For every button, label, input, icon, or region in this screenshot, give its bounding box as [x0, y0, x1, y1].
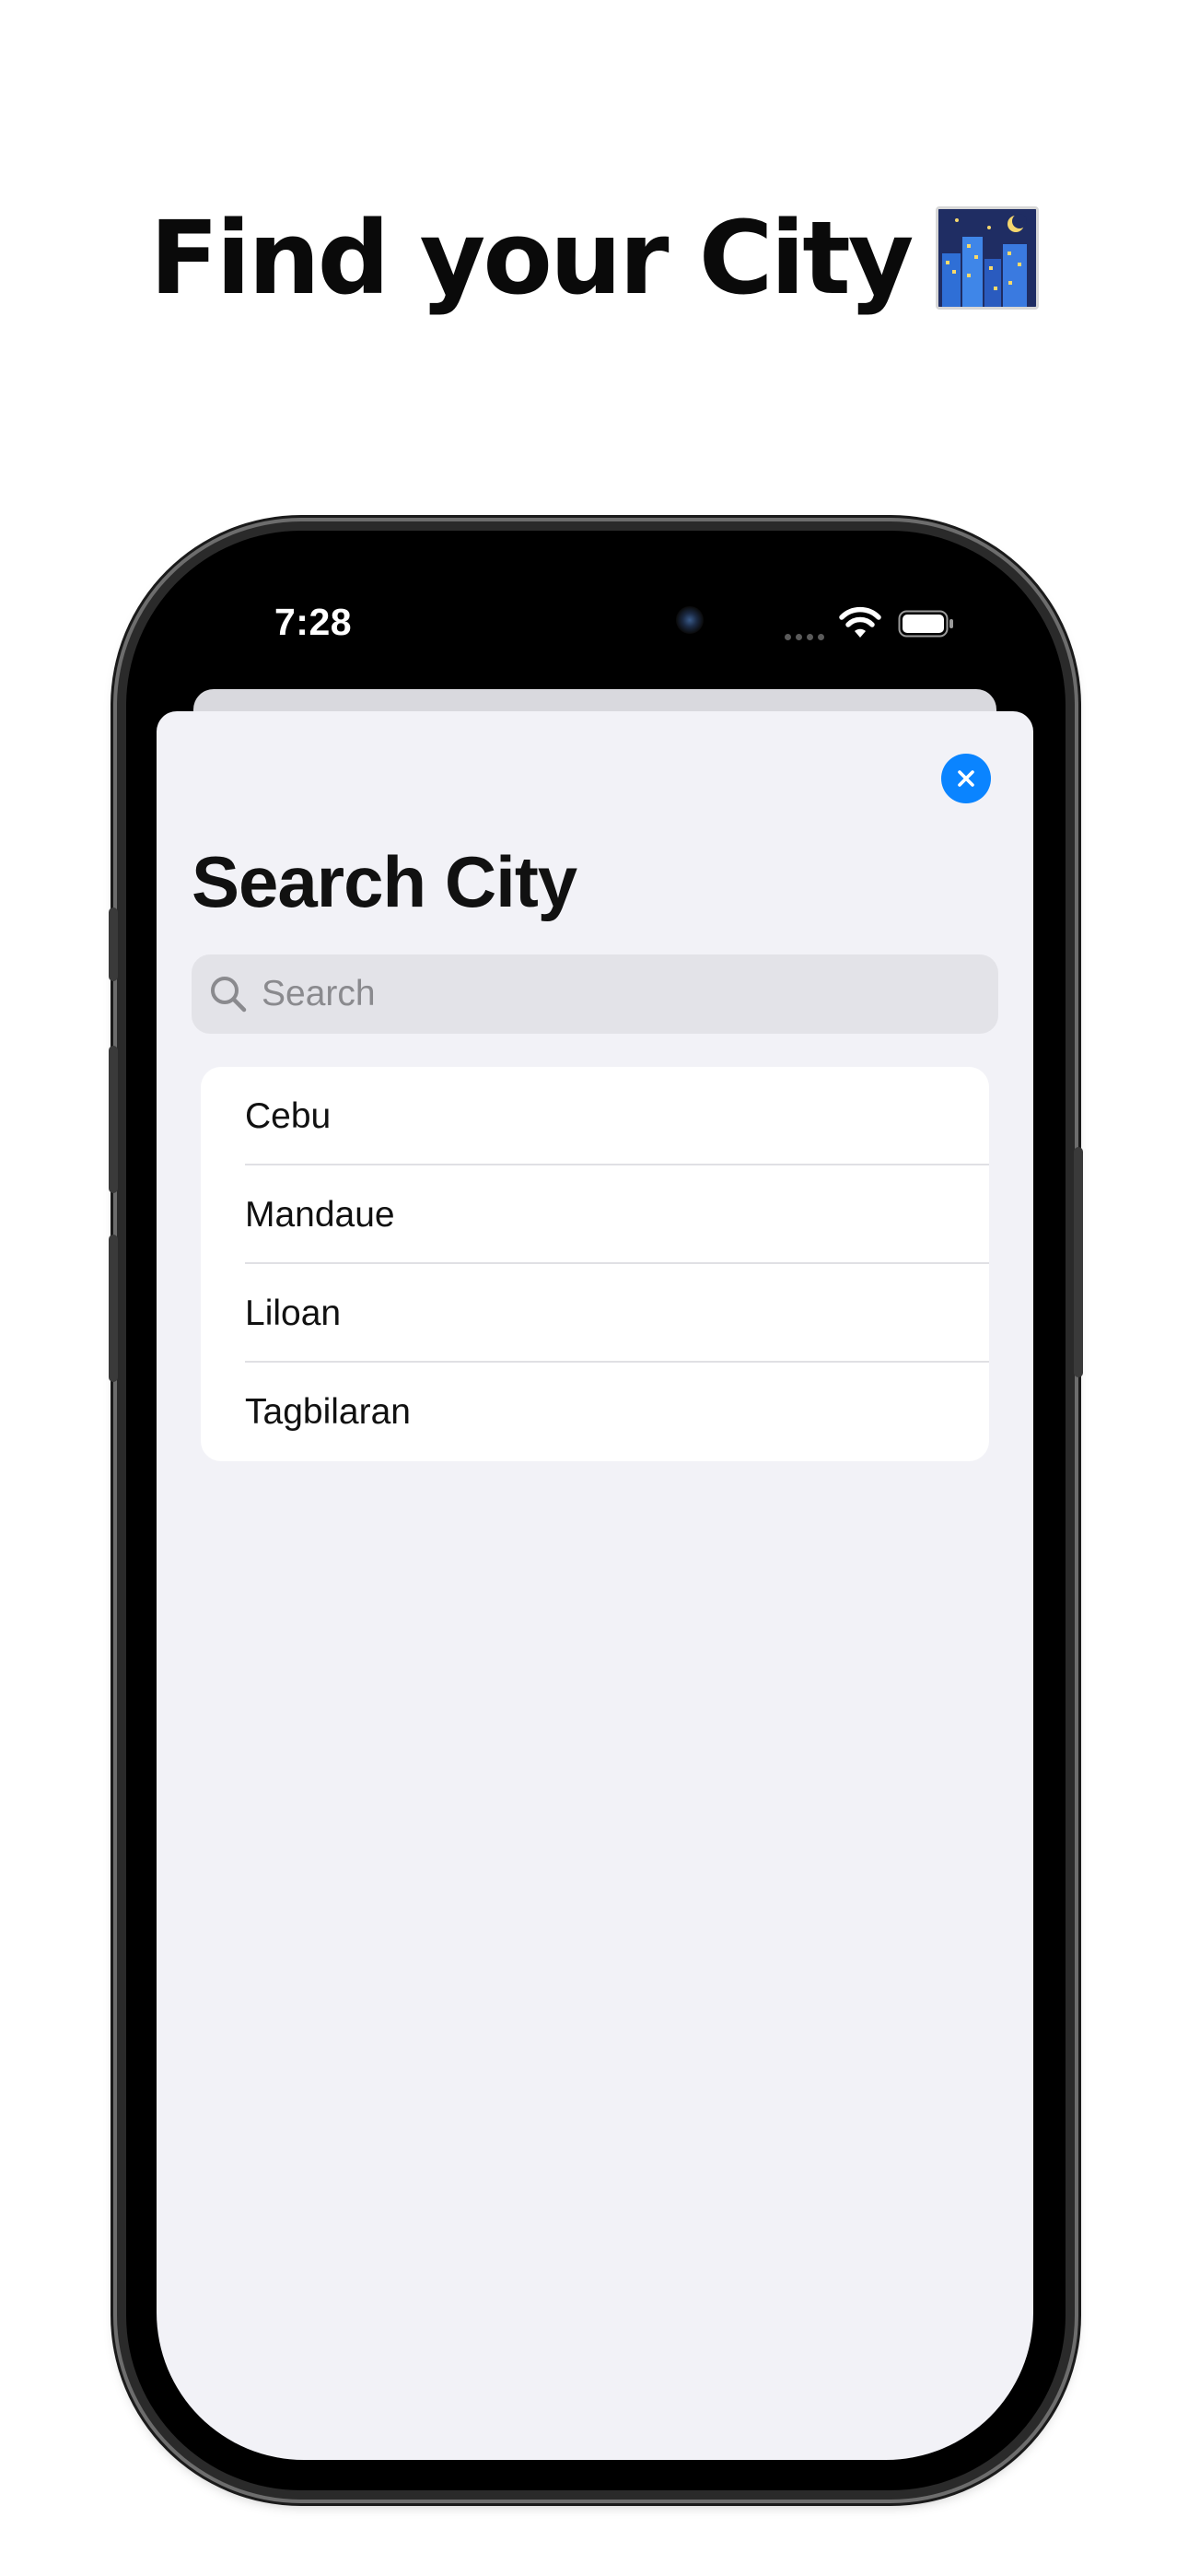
city-list-item-tagbilaran[interactable]: Tagbilaran: [201, 1363, 989, 1461]
action-button: [109, 907, 118, 981]
search-icon: [211, 977, 247, 1013]
battery-icon: [898, 610, 953, 638]
city-list: Cebu Mandaue Liloan Tagbilaran: [201, 1067, 989, 1461]
headline: Find your City: [0, 189, 1188, 327]
signal-dots-icon: [785, 634, 824, 640]
night-city-graphic: [938, 209, 1036, 307]
search-input[interactable]: [262, 957, 961, 1031]
city-list-item-cebu[interactable]: Cebu: [201, 1067, 989, 1165]
search-city-sheet: Search City Cebu Mandaue Liloan: [157, 711, 1033, 2460]
city-label: Cebu: [245, 1096, 332, 1136]
close-icon: [958, 770, 974, 787]
close-button[interactable]: [941, 754, 991, 803]
wifi-icon: [839, 606, 881, 638]
city-list-item-mandaue[interactable]: Mandaue: [201, 1165, 989, 1264]
status-time: 7:28: [274, 601, 353, 643]
city-label: Liloan: [245, 1294, 342, 1333]
city-list-item-liloan[interactable]: Liloan: [201, 1264, 989, 1363]
search-field[interactable]: [192, 954, 998, 1034]
sheet-title: Search City: [192, 841, 577, 922]
front-camera: [676, 606, 704, 634]
page: Find your City 7:28 Search City Search C…: [0, 0, 1188, 2576]
city-label: Tagbilaran: [245, 1392, 411, 1432]
power-button: [1074, 1147, 1083, 1377]
headline-text: Find your City: [149, 199, 914, 317]
volume-down-button: [109, 1235, 118, 1382]
phone-screen: 7:28 Search City Search Cebu Mandaue Lil…: [157, 560, 1033, 2460]
city-label: Mandaue: [245, 1195, 395, 1235]
volume-up-button: [109, 1046, 118, 1193]
night-city-emoji-icon: [935, 206, 1039, 310]
